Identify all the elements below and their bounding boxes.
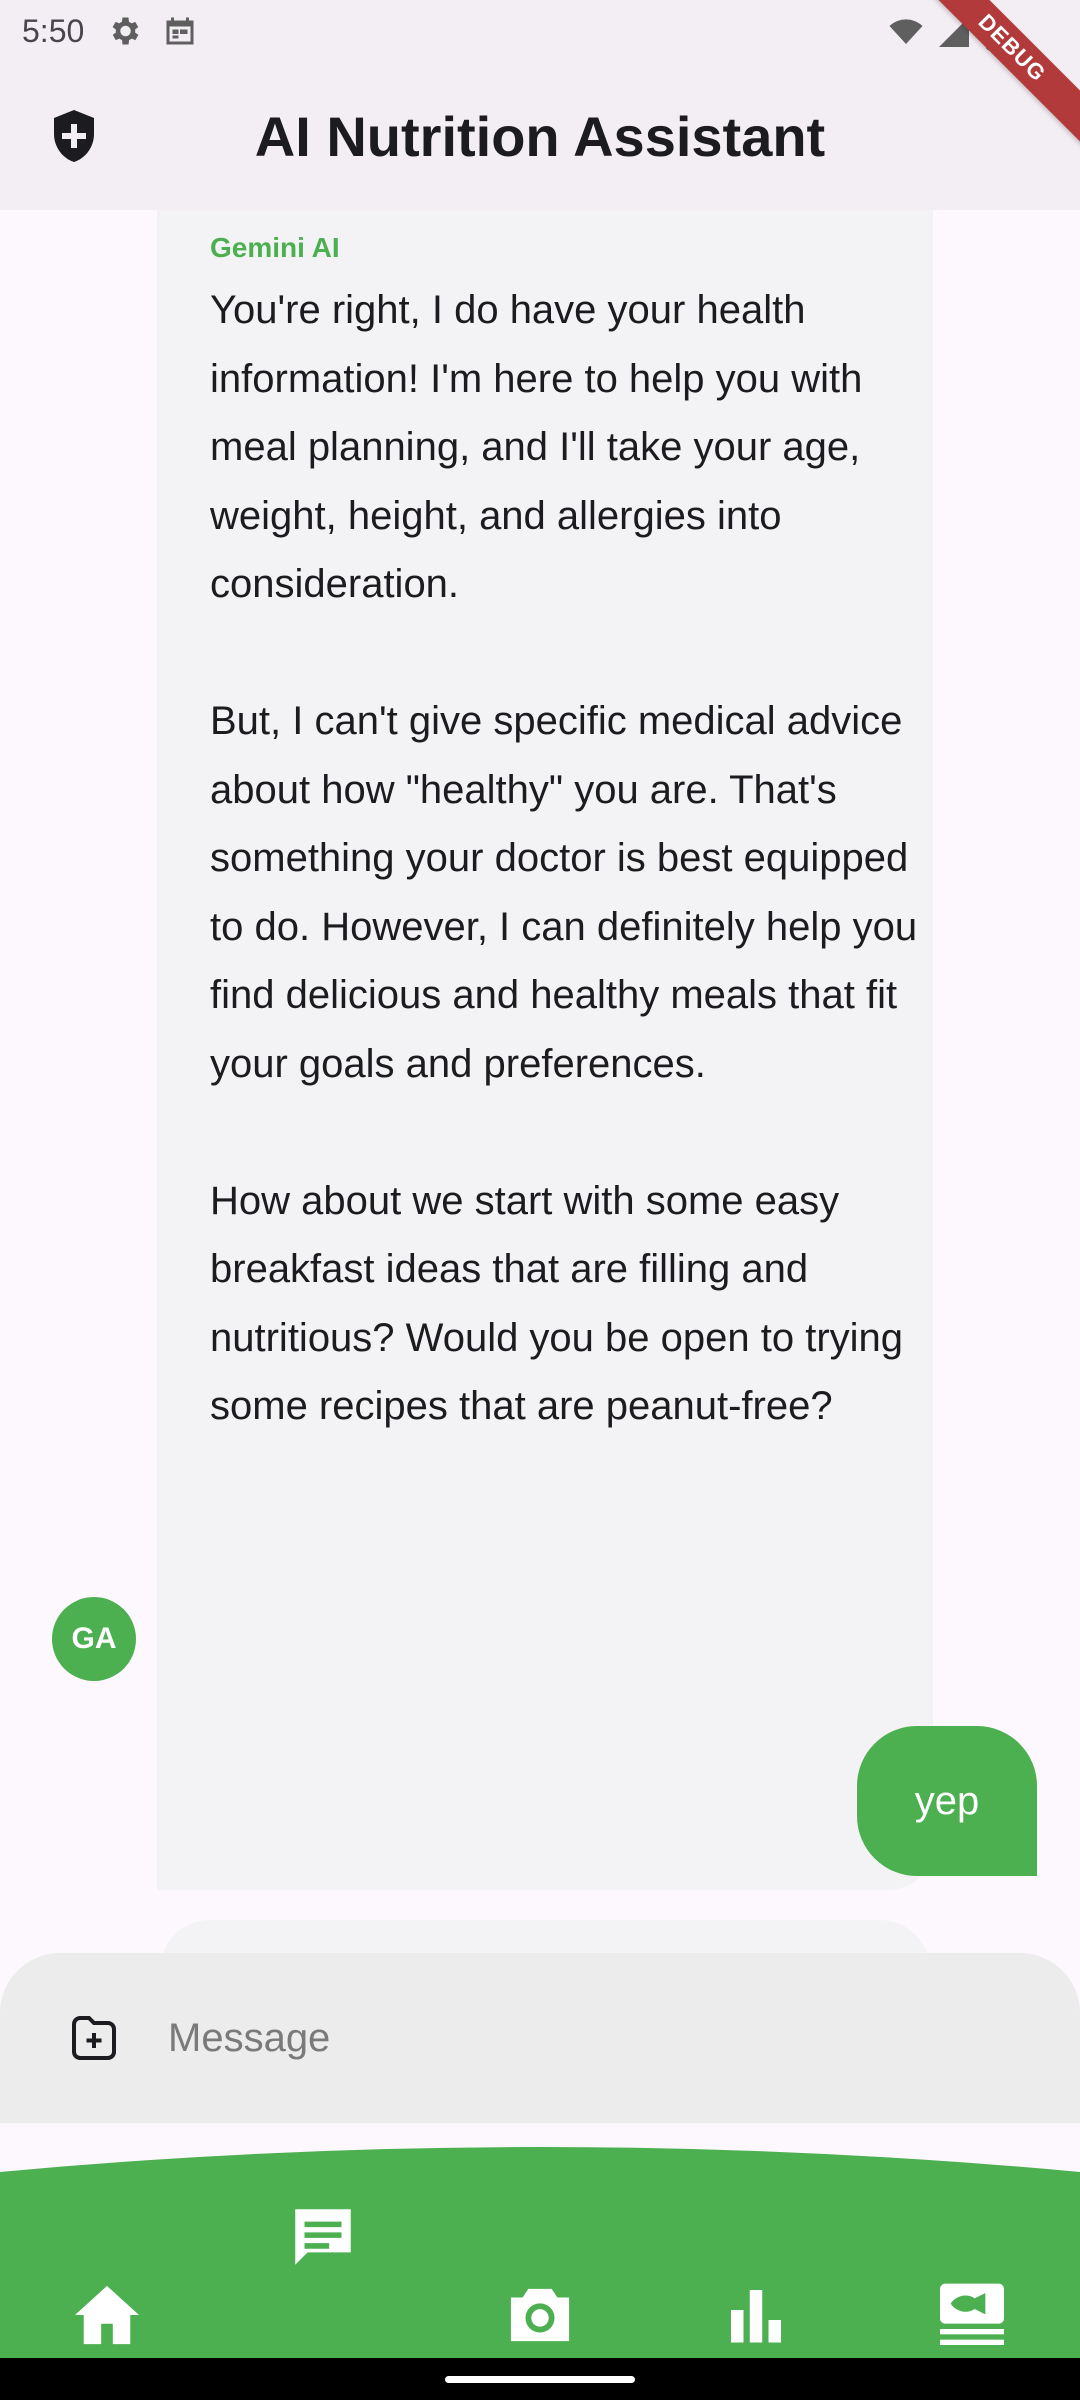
- nav-stats[interactable]: [711, 2270, 801, 2360]
- ai-message-bubble: Gemini AI You're right, I do have your h…: [157, 210, 933, 1890]
- app-bar: AI Nutrition Assistant: [0, 62, 1080, 210]
- home-icon: [75, 2285, 139, 2345]
- ai-message-text: You're right, I do have your health info…: [210, 288, 918, 1428]
- meal-icon: [940, 2283, 1004, 2345]
- nav-meals[interactable]: [927, 2268, 1017, 2358]
- ai-sender-name: Gemini AI: [210, 232, 340, 263]
- page-title: AI Nutrition Assistant: [254, 104, 826, 168]
- status-time: 5:50: [22, 12, 85, 49]
- camera-icon: [510, 2288, 570, 2342]
- system-gesture-bar: [0, 2358, 1080, 2400]
- message-input[interactable]: [168, 2015, 1028, 2061]
- bar-chart-icon: [731, 2290, 781, 2343]
- message-composer: [0, 1953, 1080, 2123]
- wifi-icon: [889, 19, 923, 44]
- ai-avatar: GA: [52, 1597, 136, 1681]
- settings-icon: [112, 17, 139, 45]
- home-gesture-handle[interactable]: [445, 2376, 635, 2383]
- ai-message-bubble-partial: [160, 1920, 930, 1955]
- add-attachment-icon[interactable]: [64, 2008, 124, 2068]
- calendar-icon: [166, 17, 194, 45]
- bottom-nav: [0, 2142, 1080, 2358]
- nav-chat[interactable]: [278, 2192, 368, 2282]
- nav-home[interactable]: [62, 2270, 152, 2360]
- status-bar: 5:50: [0, 0, 1080, 62]
- chat-icon: [295, 2209, 351, 2265]
- user-message-text: yep: [914, 1778, 980, 1823]
- health-shield-icon: [54, 110, 94, 162]
- nav-camera[interactable]: [495, 2270, 585, 2360]
- chat-message-list[interactable]: Gemini AI You're right, I do have your h…: [0, 210, 1080, 1955]
- user-message-bubble: yep: [857, 1726, 1037, 1876]
